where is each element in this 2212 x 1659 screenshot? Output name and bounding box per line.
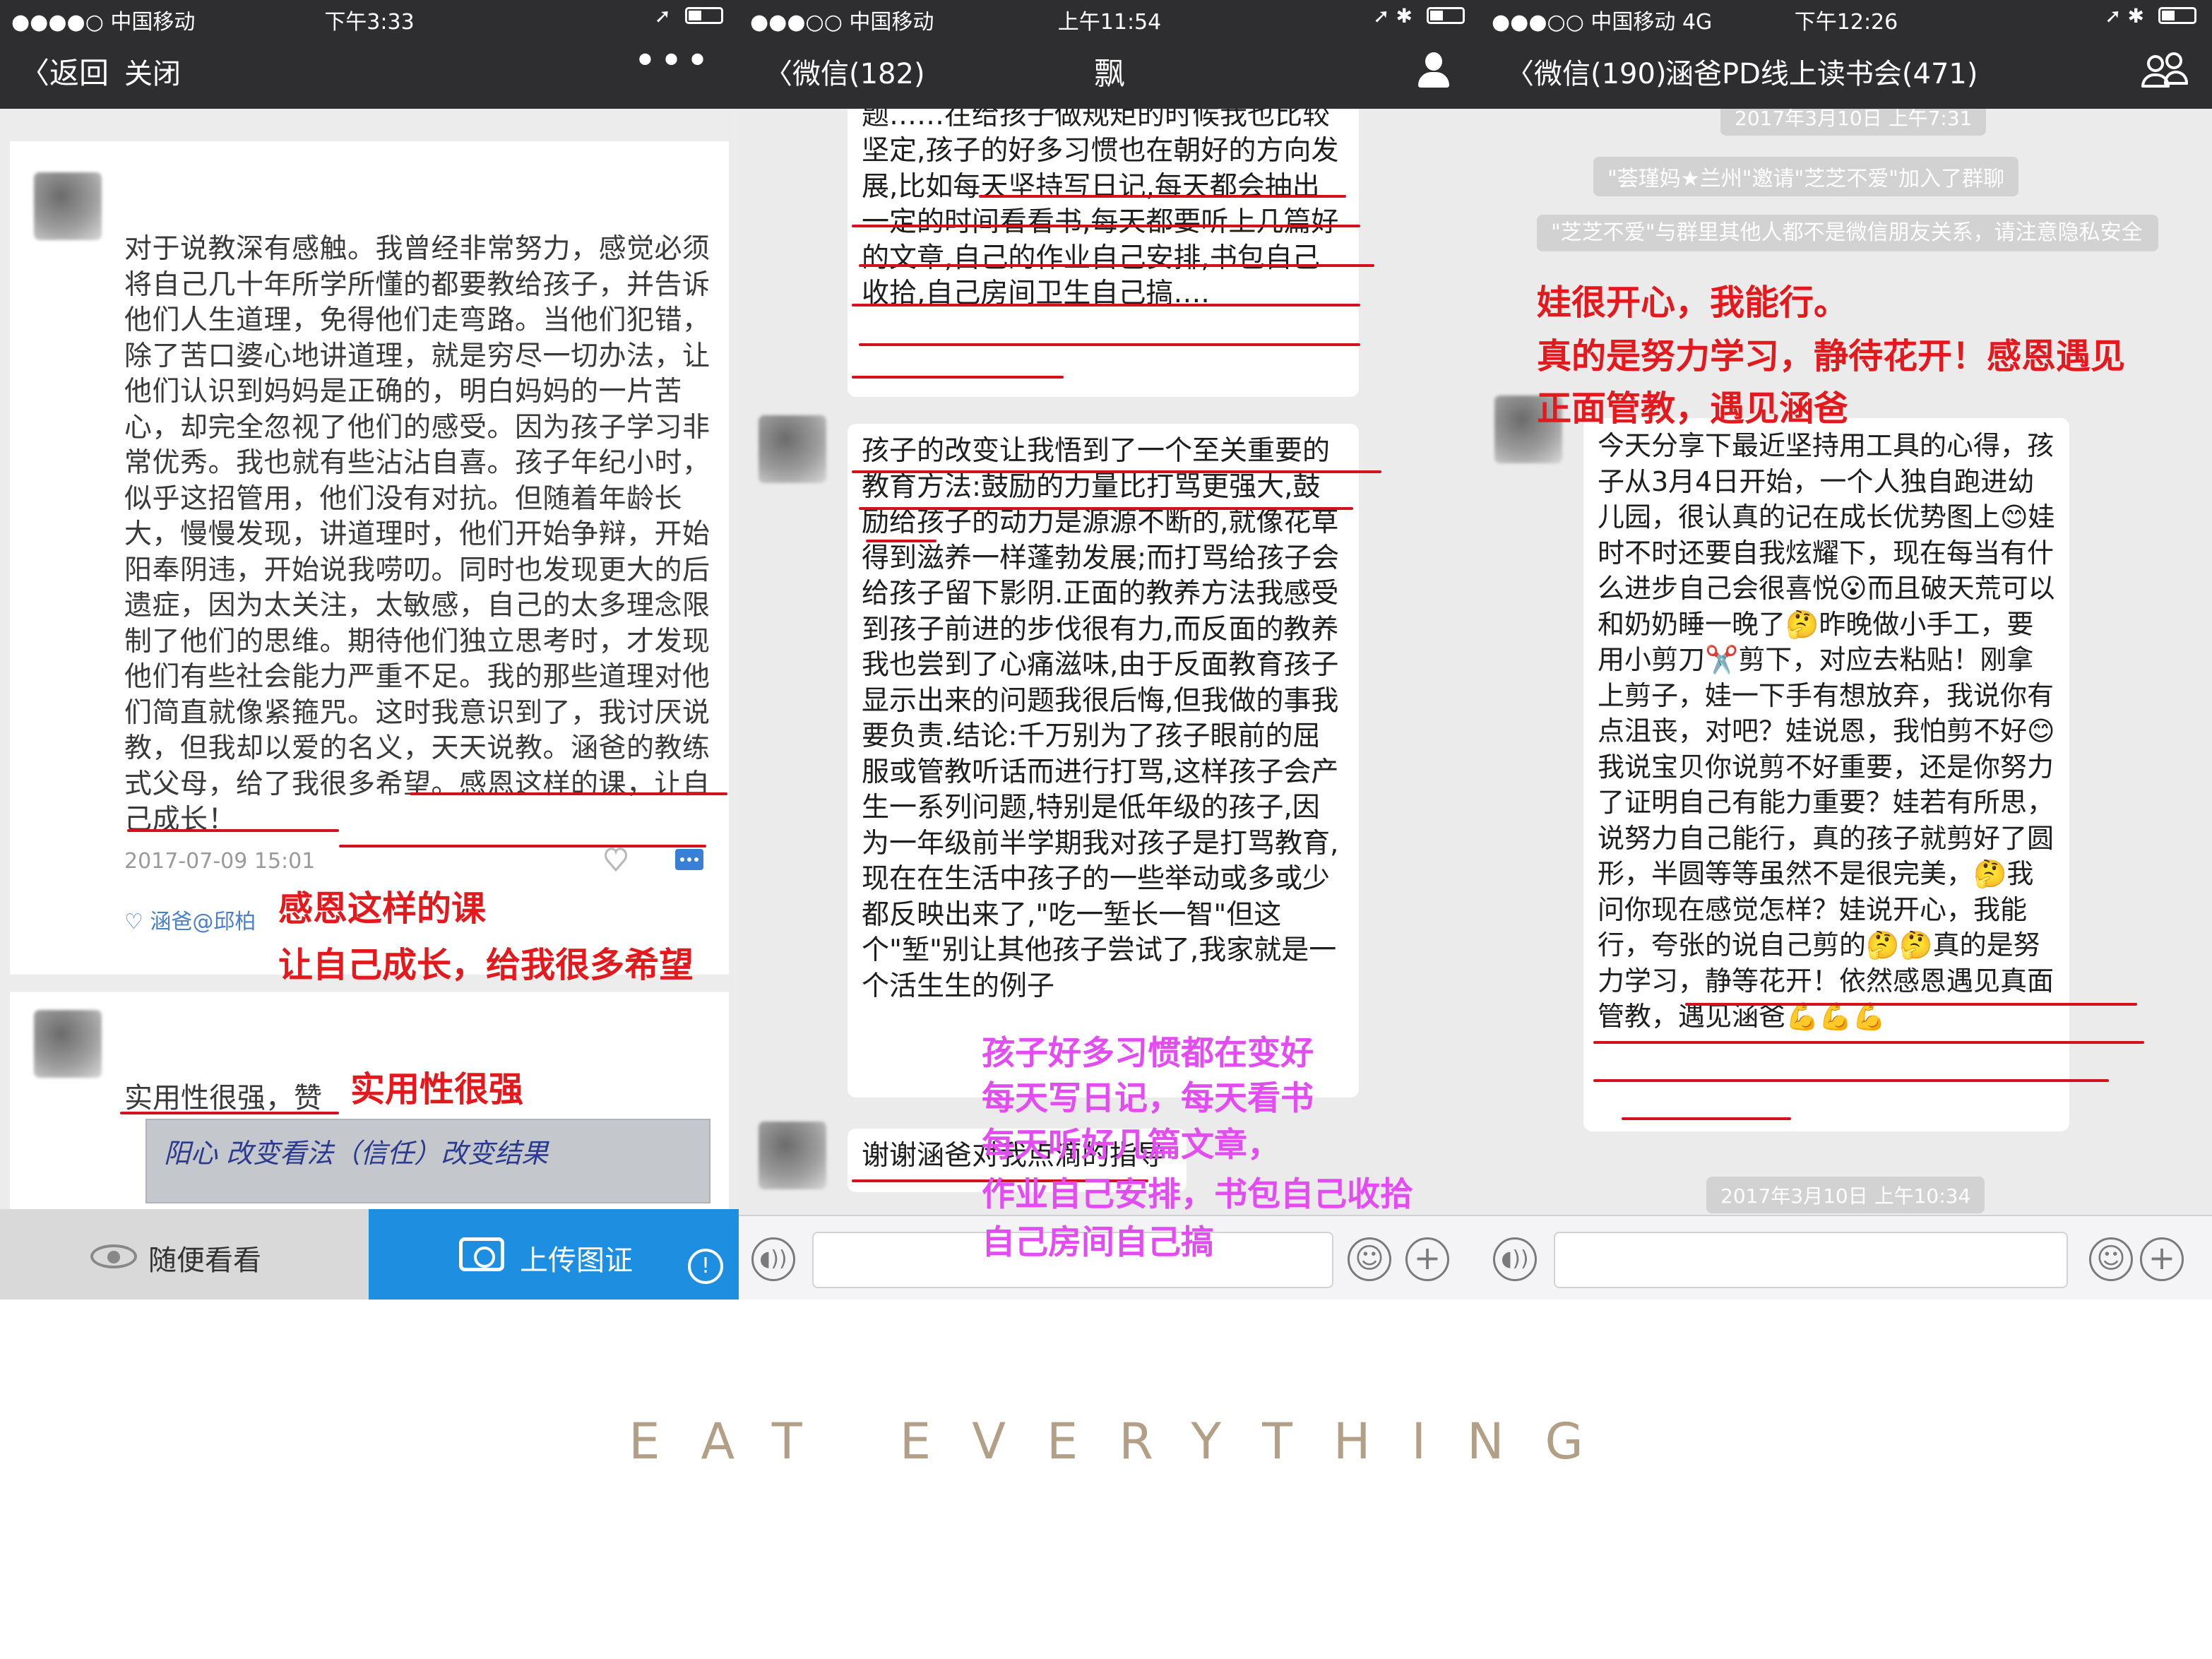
battery-icon [2158, 7, 2196, 24]
annotation: 感恩这样的课 [278, 888, 487, 929]
annotation: 孩子好多习惯都在变好 [982, 1034, 1314, 1073]
browse-label: 随便看看 [148, 1244, 261, 1277]
bubble-text: 孩子的改变让我悟到了一个至关重要的教育方法:鼓励的力量比打骂更强大,鼓励给孩子的… [862, 435, 1340, 1002]
highlight-underline [1685, 1003, 2137, 1006]
highlight-underline [127, 829, 339, 832]
handwriting-image[interactable]: 阳心 改变看法（信任）改变结果 [145, 1119, 710, 1203]
like-comment-icons[interactable] [603, 845, 709, 876]
clock: 下午3:33 [324, 10, 415, 35]
chat-title: 飘 [1094, 56, 1125, 92]
plus-icon[interactable]: + [2140, 1237, 2184, 1281]
timestamp: 2017年3月10日 上午10:34 [1706, 1177, 1985, 1213]
camera-icon [459, 1237, 504, 1271]
annotation: 让自己成长，给我很多希望 [278, 945, 694, 985]
upload-button[interactable]: 上传图证 ! [369, 1209, 739, 1300]
browse-button[interactable]: 随便看看 [0, 1209, 369, 1300]
highlight-underline [1622, 1117, 1791, 1120]
avatar[interactable] [34, 1010, 102, 1078]
post-date: 2017-07-09 15:01 [124, 849, 316, 874]
location-icon: ➚ ✱ [2105, 4, 2144, 28]
status-bar: ●●●○○ 中国移动 上午11:54 ➚ ✱ [739, 0, 1480, 35]
highlight-underline [339, 845, 706, 848]
highlight-underline [852, 304, 1360, 307]
highlight-underline [410, 792, 727, 795]
highlight-underline [852, 376, 1064, 379]
more-icon[interactable]: ••• [634, 38, 712, 84]
location-icon: ➚ ✱ [1373, 4, 1413, 28]
person-icon[interactable] [1415, 52, 1452, 92]
battery-icon [685, 7, 723, 24]
nav-bar: 〈返回 关闭 ••• [0, 34, 739, 109]
battery-icon [1427, 7, 1465, 24]
panel-chat-private: 自己,尽量站在孩子的角度去思考问题……在给孩子做规矩的时候我也比较坚定,孩子的好… [739, 0, 1480, 1300]
system-message: "荟瑾妈★兰州"邀请"芝芝不爱"加入了群聊 [1593, 157, 2019, 196]
highlight-underline [979, 195, 1346, 198]
post-text: 实用性很强，赞 [124, 1082, 322, 1114]
collage: ●●●●○ 中国移动 下午3:33 ➚ 〈返回 关闭 ••• 对于说教深有感触。… [0, 0, 2212, 1659]
chat-title: 涵爸PD线上读书会(471) [1665, 58, 1978, 90]
post-card: 对于说教深有感触。我曾经非常努力，感觉必须将自己几十年所学所懂的都要教给孩子，并… [10, 141, 729, 975]
voice-icon[interactable]: ◖)) [1493, 1237, 1537, 1281]
status-bar: ●●●○○ 中国移动 4G 下午12:26 ➚ ✱ [1480, 0, 2212, 35]
close-button[interactable]: 关闭 [124, 51, 181, 92]
chat-bubble: 孩子的改变让我悟到了一个至关重要的教育方法:鼓励的力量比打骂更强大,鼓励给孩子的… [848, 424, 1359, 1098]
emoji-icon[interactable]: ☺ [2089, 1237, 2133, 1281]
annotation: 每天听好几篇文章， [982, 1126, 1280, 1165]
nav-bar: 〈微信(190) 涵爸PD线上读书会(471) [1480, 34, 2212, 109]
message-input[interactable] [1554, 1232, 2068, 1288]
chat-bubble: 自己,尽量站在孩子的角度去思考问题……在给孩子做规矩的时候我也比较坚定,孩子的好… [848, 78, 1359, 397]
avatar[interactable] [759, 415, 826, 483]
handwriting-text: 阳心 改变看法（信任）改变结果 [164, 1138, 549, 1169]
upload-label: 上传图证 [520, 1244, 633, 1277]
like-line: ♡ 涵爸@邱柏 [124, 910, 256, 934]
highlight-underline [1593, 1041, 2144, 1044]
annotation: 作业自己安排，书包自己收拾 [982, 1175, 1413, 1214]
bubble-text: 今天分享下最近坚持用工具的心得，孩子从3月4日开始，一个人独自跑进幼儿园，很认真… [1598, 430, 2055, 1032]
highlight-underline [859, 343, 1360, 346]
voice-icon[interactable]: ◖)) [751, 1237, 795, 1281]
bottom-bar: 随便看看 上传图证 ! [0, 1209, 739, 1300]
plus-icon[interactable]: + [1405, 1237, 1449, 1281]
annotation: 自己房间自己搞 [982, 1223, 1214, 1262]
annotation: 娃很开心，我能行。 [1537, 283, 1849, 323]
annotation: 正面管教，遇见涵爸 [1537, 388, 1849, 429]
chat-bubble: 今天分享下最近坚持用工具的心得，孩子从3月4日开始，一个人独自跑进幼儿园，很认真… [1583, 418, 2069, 1131]
back-button[interactable]: 〈返回 [20, 49, 109, 93]
highlight-underline [1593, 1079, 2109, 1082]
highlight-underline [852, 470, 1381, 473]
highlight-underline [859, 264, 1374, 267]
avatar[interactable] [34, 172, 102, 240]
info-icon[interactable]: ! [688, 1249, 723, 1284]
nav-bar: 〈微信(182) 飘 [739, 34, 1480, 109]
group-icon[interactable] [2141, 52, 2188, 92]
back-button[interactable]: 〈微信(190) [1506, 51, 1667, 92]
panel-chat-group: 2017年3月10日 上午7:31 ●●●○○ 中国移动 4G 下午12:26 … [1480, 0, 2212, 1300]
annotation: 实用性很强 [350, 1069, 524, 1110]
clock: 下午12:26 [1794, 10, 1898, 35]
status-bar: ●●●●○ 中国移动 下午3:33 ➚ [0, 0, 739, 35]
system-message: "芝芝不爱"与群里其他人都不是微信朋友关系，请注意隐私安全 [1537, 215, 2158, 251]
annotation: 每天写日记，每天看书 [982, 1079, 1314, 1118]
post-text: 对于说教深有感触。我曾经非常努力，感觉必须将自己几十年所学所懂的都要教给孩子，并… [124, 233, 710, 836]
clock: 上午11:54 [1057, 10, 1162, 35]
panel-moments-post: ●●●●○ 中国移动 下午3:33 ➚ 〈返回 关闭 ••• 对于说教深有感触。… [0, 0, 739, 1300]
location-icon: ➚ [654, 4, 671, 28]
highlight-underline [852, 225, 1360, 227]
annotation: 真的是努力学习，静待花开！感恩遇见 [1537, 336, 2126, 376]
footer-slogan: EAT EVERYTHING [629, 1413, 1624, 1470]
eye-icon [90, 1244, 137, 1268]
highlight-underline [866, 540, 936, 542]
highlight-underline [859, 507, 1353, 510]
emoji-icon[interactable]: ☺ [1348, 1237, 1391, 1281]
input-bar: ◖)) ☺ + [1480, 1215, 2212, 1300]
avatar[interactable] [759, 1122, 826, 1189]
highlight-underline [120, 1112, 339, 1114]
